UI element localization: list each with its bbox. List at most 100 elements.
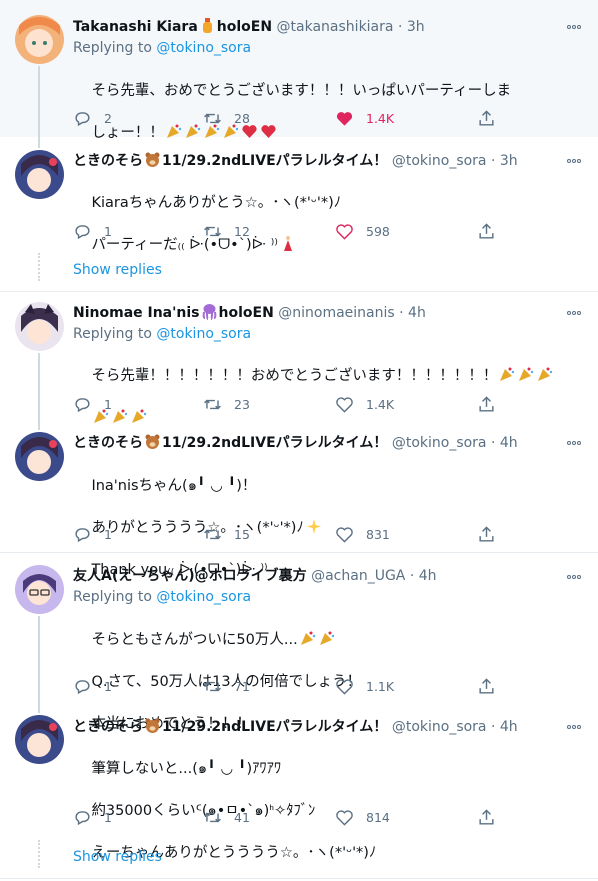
display-name[interactable]: Takanashi Kiara <box>73 19 198 35</box>
share-button[interactable] <box>477 108 496 128</box>
avatar[interactable] <box>15 715 64 764</box>
reply-count: 1 <box>104 526 112 542</box>
tweet[interactable]: Takanashi Kiara holoEN @takanashikiara · … <box>0 0 598 141</box>
timestamp[interactable]: · 3h <box>491 153 518 169</box>
more-options-icon[interactable] <box>564 152 584 168</box>
heart-filled-icon <box>336 111 353 126</box>
share-button[interactable] <box>477 524 496 544</box>
avatar[interactable] <box>15 150 64 199</box>
more-options-icon[interactable] <box>564 568 584 584</box>
show-replies-link[interactable]: Show replies <box>73 261 162 279</box>
replying-to-handle[interactable]: @tokino_sora <box>156 326 251 342</box>
reply-button[interactable]: 1 <box>73 524 112 544</box>
display-name[interactable]: 友人A(えーちゃん)@ホロライブ裏方 <box>73 568 307 584</box>
reply-button[interactable]: 1 <box>73 676 112 696</box>
share-button[interactable] <box>477 394 496 414</box>
display-name[interactable]: ときのそら <box>73 719 143 735</box>
avatar[interactable] <box>15 15 64 64</box>
like-count: 1.4K <box>366 110 395 126</box>
reply-button[interactable]: 1 <box>73 807 112 827</box>
retweet-icon <box>204 812 221 822</box>
tweet[interactable]: 友人A(えーちゃん)@ホロライブ裏方 @achan_UGA · 4h Reply… <box>0 553 598 732</box>
like-button[interactable]: 814 <box>335 807 390 827</box>
retweet-icon <box>204 399 221 409</box>
share-icon <box>479 677 494 694</box>
like-count: 598 <box>366 223 390 239</box>
reply-count: 1 <box>104 396 112 412</box>
more-options-icon[interactable] <box>564 434 584 450</box>
thread-line <box>38 137 40 148</box>
like-button[interactable]: 1.1K <box>335 676 394 696</box>
share-button[interactable] <box>477 221 496 241</box>
replying-to-handle[interactable]: @tokino_sora <box>156 40 251 56</box>
like-count: 1.1K <box>366 678 395 694</box>
retweet-button[interactable]: 12 <box>203 221 250 241</box>
share-button[interactable] <box>477 676 496 696</box>
reply-count: 1 <box>104 809 112 825</box>
avatar[interactable] <box>15 302 64 351</box>
share-button[interactable] <box>477 807 496 827</box>
user-handle[interactable]: @achan_UGA <box>311 568 405 584</box>
tweet[interactable]: Ninomae Ina'nis holoEN @ninomaeinanis · 4… <box>0 292 598 423</box>
user-handle[interactable]: @tokino_sora <box>392 719 487 735</box>
like-button[interactable]: 598 <box>335 221 390 241</box>
like-button[interactable]: 1.4K <box>335 394 394 414</box>
retweet-button[interactable]: 41 <box>203 807 250 827</box>
timestamp[interactable]: · 4h <box>491 435 518 451</box>
thread-dots <box>38 253 40 281</box>
more-options-icon[interactable] <box>564 18 584 34</box>
reply-button[interactable]: 1 <box>73 221 112 241</box>
reply-icon <box>75 679 90 694</box>
share-icon <box>479 395 494 412</box>
more-options-icon[interactable] <box>564 718 584 734</box>
retweet-count: 23 <box>234 396 250 412</box>
tweet-text-line: Ina'nisちゃん(๑╹ ◡ ╹)！ <box>91 478 257 494</box>
bear-icon <box>145 152 160 167</box>
reply-button[interactable]: 1 <box>73 394 112 414</box>
show-replies-link[interactable]: Show replies <box>73 848 162 866</box>
timestamp[interactable]: · 4h <box>491 719 518 735</box>
share-icon <box>479 109 494 126</box>
replying-to: Replying to @tokino_sora <box>73 588 251 606</box>
tweet-text-line: 筆算しないと...(๑╹ ◡ ╹)ｱﾜｱﾜ <box>91 761 282 777</box>
user-handle[interactable]: @takanashikiara <box>277 19 394 35</box>
retweet-count: 28 <box>234 110 250 126</box>
replying-to-handle[interactable]: @tokino_sora <box>156 589 251 605</box>
user-handle[interactable]: @tokino_sora <box>392 153 487 169</box>
thread-line <box>38 419 40 430</box>
retweet-button[interactable]: 28 <box>203 108 250 128</box>
tweet-text-line: そらともさんがついに50万人... <box>91 632 298 648</box>
retweet-button[interactable]: 71 <box>203 676 250 696</box>
user-handle[interactable]: @ninomaeinanis <box>278 305 394 321</box>
avatar[interactable] <box>15 565 64 614</box>
tweet[interactable]: ときのそら 11/29.2ndLIVEパラレルタイム！ @tokino_sora … <box>0 703 598 861</box>
display-name[interactable]: Ninomae Ina'nis <box>73 305 200 321</box>
timestamp[interactable]: · 3h <box>398 19 425 35</box>
party-popper-icon <box>500 367 515 381</box>
reply-icon <box>75 810 90 825</box>
bear-icon <box>145 718 160 733</box>
tweet[interactable]: ときのそら 11/29.2ndLIVEパラレルタイム！ @tokino_sora … <box>0 419 598 578</box>
retweet-button[interactable]: 23 <box>203 394 250 414</box>
like-button[interactable]: 1.4K <box>335 108 394 128</box>
user-handle[interactable]: @tokino_sora <box>392 435 487 451</box>
avatar[interactable] <box>15 432 64 481</box>
tweet[interactable]: ときのそら 11/29.2ndLIVEパラレルタイム！ @tokino_sora … <box>0 137 598 253</box>
tweet-actions: 2 28 1.4K <box>73 108 503 128</box>
retweet-icon <box>204 681 221 691</box>
like-button[interactable]: 831 <box>335 524 390 544</box>
timestamp[interactable]: · 4h <box>410 568 437 584</box>
thread-dots <box>38 840 40 868</box>
display-name[interactable]: ときのそら <box>73 153 143 169</box>
display-name[interactable]: ときのそら <box>73 435 143 451</box>
tweet-header: Ninomae Ina'nis holoEN @ninomaeinanis · 4… <box>73 303 568 322</box>
more-options-icon[interactable] <box>564 304 584 320</box>
like-count: 831 <box>366 526 390 542</box>
replying-to: Replying to @tokino_sora <box>73 325 251 343</box>
party-popper-icon <box>300 631 315 645</box>
retweet-button[interactable]: 15 <box>203 524 250 544</box>
reply-button[interactable]: 2 <box>73 108 112 128</box>
timestamp[interactable]: · 4h <box>399 305 426 321</box>
retweet-icon <box>204 113 221 123</box>
retweet-count: 15 <box>234 526 250 542</box>
